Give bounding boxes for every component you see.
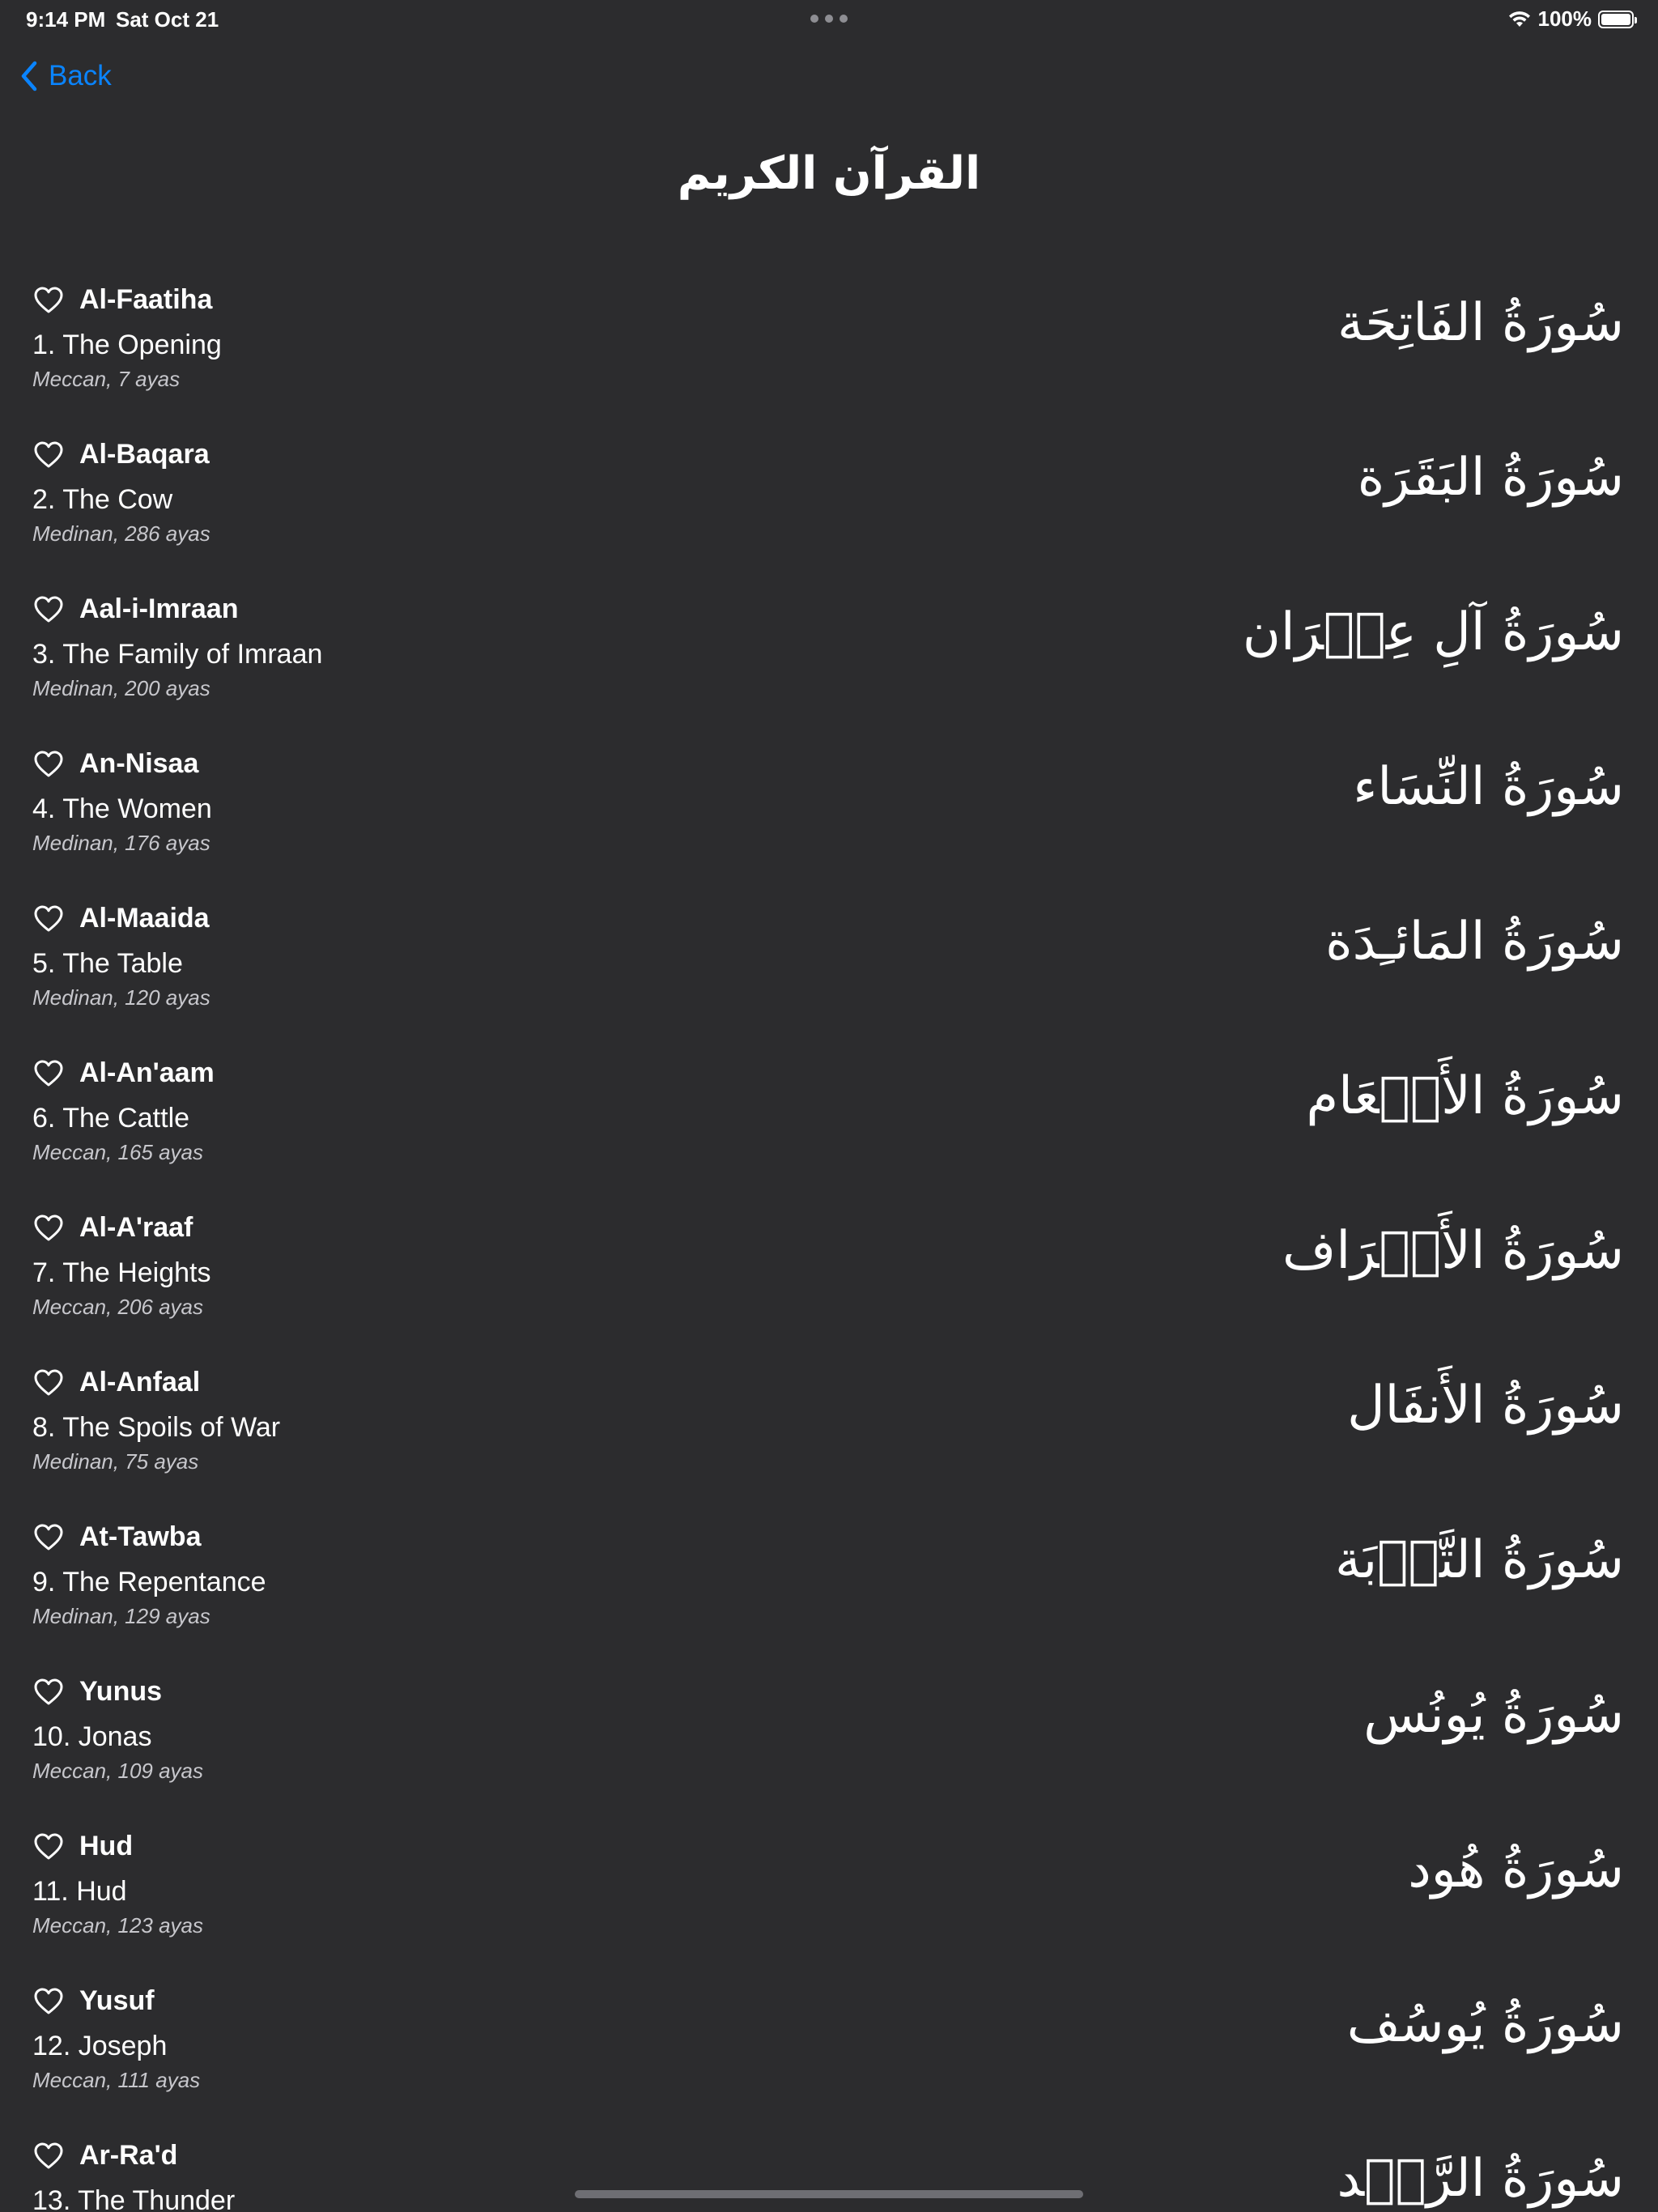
surah-english-name: 13. The Thunder — [32, 2185, 236, 2212]
surah-row[interactable]: Al-Anfaal 8. The Spoils of War Medinan, 75… — [0, 1357, 1658, 1512]
status-date: Sat Oct 21 — [116, 7, 219, 32]
surah-english-name: 3. The Family of Imraan — [32, 639, 323, 670]
surah-english-name: 12. Joseph — [32, 2031, 168, 2061]
surah-transliteration: Al-Anfaal — [79, 1367, 201, 1397]
surah-meta: Meccan, 165 ayas — [32, 1140, 204, 1164]
battery-fill — [1601, 13, 1630, 25]
surah-meta: Meccan, 109 ayas — [32, 1759, 204, 1783]
surah-transliteration: Al-Faatiha — [79, 284, 213, 315]
status-indicators: 100% — [1507, 6, 1637, 32]
surah-arabic-calligraphy: سُورَةُ البَقَرَة — [1357, 448, 1624, 508]
page-title: القرآن الكريم — [677, 147, 981, 200]
status-bar: 9:14 PM Sat Oct 21 100% — [0, 0, 1658, 39]
surah-arabic-calligraphy: سُورَةُ الأَنۡعَام — [1306, 1066, 1624, 1126]
surah-transliteration: Yusuf — [79, 1985, 155, 2016]
surah-arabic-calligraphy: سُورَةُ الرَّعۡد — [1337, 2149, 1624, 2209]
heart-icon[interactable] — [34, 1678, 63, 1706]
surah-row[interactable]: Al-Faatiha 1. The Opening Meccan, 7 ayas سُ… — [0, 274, 1658, 429]
heart-icon[interactable] — [34, 2142, 63, 2170]
surah-english-name: 9. The Repentance — [32, 1567, 266, 1597]
surah-meta: Medinan, 120 ayas — [32, 985, 210, 1010]
surah-meta: Medinan, 129 ayas — [32, 1604, 210, 1628]
surah-transliteration: Al-Baqara — [79, 439, 210, 470]
surah-arabic-calligraphy: سُورَةُ هُود — [1408, 1840, 1624, 1899]
surah-row[interactable]: Aal-i-Imraan 3. The Family of Imraan Medin… — [0, 584, 1658, 738]
heart-icon[interactable] — [34, 1988, 63, 2015]
surah-arabic-calligraphy: سُورَةُ آلِ عِمۡرَان — [1242, 602, 1624, 662]
wifi-icon — [1508, 11, 1530, 27]
surah-meta: Medinan, 176 ayas — [32, 831, 210, 855]
surah-transliteration: Ar-Ra'd — [79, 2140, 178, 2171]
surah-meta: Meccan, 7 ayas — [32, 367, 181, 391]
surah-row[interactable]: Al-Baqara 2. The Cow Medinan, 286 ayas سُور… — [0, 429, 1658, 584]
surah-row[interactable]: Al-An'aam 6. The Cattle Meccan, 165 ayas سُ… — [0, 1048, 1658, 1202]
heart-icon[interactable] — [34, 751, 63, 778]
heart-icon[interactable] — [34, 1369, 63, 1397]
surah-arabic-calligraphy: سُورَةُ يُونُس — [1363, 1685, 1624, 1745]
surah-arabic-calligraphy: سُورَةُ التَّوۡبَة — [1335, 1530, 1624, 1590]
surah-english-name: 11. Hud — [32, 1876, 127, 1907]
surah-english-name: 4. The Women — [32, 793, 212, 824]
surah-english-name: 6. The Cattle — [32, 1103, 190, 1134]
surah-meta: Meccan, 206 ayas — [32, 1295, 204, 1319]
surah-english-name: 5. The Table — [32, 948, 183, 979]
home-indicator[interactable] — [575, 2190, 1083, 2198]
battery-percent: 100% — [1537, 6, 1592, 31]
surah-meta: Meccan, 111 ayas — [32, 2068, 201, 2092]
status-time: 9:14 PM — [26, 7, 106, 32]
surah-meta: Medinan, 75 ayas — [32, 1449, 199, 1474]
surah-english-name: 1. The Opening — [32, 330, 222, 360]
surah-transliteration: Hud — [79, 1831, 134, 1861]
surah-english-name: 2. The Cow — [32, 484, 173, 515]
surah-transliteration: An-Nisaa — [79, 748, 199, 779]
surah-meta: Medinan, 286 ayas — [32, 521, 210, 546]
surah-transliteration: Al-An'aam — [79, 1057, 215, 1088]
surah-arabic-calligraphy: سُورَةُ المَائـِدَة — [1325, 912, 1624, 972]
heart-icon[interactable] — [34, 1214, 63, 1242]
surah-transliteration: Yunus — [79, 1676, 163, 1707]
heart-icon[interactable] — [34, 1524, 63, 1551]
surah-english-name: 10. Jonas — [32, 1721, 152, 1752]
heart-icon[interactable] — [34, 1060, 63, 1087]
surah-transliteration: Al-Maaida — [79, 903, 210, 934]
surah-english-name: 7. The Heights — [32, 1257, 211, 1288]
heart-icon[interactable] — [34, 287, 63, 314]
back-button[interactable]: Back — [19, 60, 112, 92]
surah-arabic-calligraphy: سُورَةُ يُوسُف — [1346, 1994, 1624, 2054]
surah-row[interactable]: At-Tawba 9. The Repentance Medinan, 129 ay… — [0, 1512, 1658, 1666]
surah-row[interactable]: Ar-Ra'd 13. The Thunder سُورَةُ الرَّعۡد — [0, 2130, 1658, 2212]
surah-row[interactable]: Yusuf 12. Joseph Meccan, 111 ayas سُورَةُ ي… — [0, 1976, 1658, 2130]
surah-row[interactable]: Yunus 10. Jonas Meccan, 109 ayas سُورَةُ يُ… — [0, 1666, 1658, 1821]
surah-transliteration: Al-A'raaf — [79, 1212, 193, 1243]
surah-transliteration: Aal-i-Imraan — [79, 593, 239, 624]
surah-row[interactable]: Hud 11. Hud Meccan, 123 ayas سُورَةُ هُود — [0, 1821, 1658, 1976]
surah-row[interactable]: Al-A'raaf 7. The Heights Meccan, 206 ayas س… — [0, 1202, 1658, 1357]
surah-arabic-calligraphy: سُورَةُ الفَاتِحَة — [1337, 293, 1624, 353]
heart-icon[interactable] — [34, 441, 63, 469]
surah-arabic-calligraphy: سُورَةُ النِّسَاء — [1353, 757, 1624, 817]
surah-list: Al-Faatiha 1. The Opening Meccan, 7 ayas سُ… — [0, 274, 1658, 2212]
surah-row[interactable]: An-Nisaa 4. The Women Medinan, 176 ayas سُو… — [0, 738, 1658, 893]
back-button-label: Back — [49, 60, 112, 91]
surah-transliteration: At-Tawba — [79, 1521, 202, 1552]
heart-icon[interactable] — [34, 905, 63, 933]
surah-english-name: 8. The Spoils of War — [32, 1412, 281, 1443]
battery-icon — [1598, 10, 1637, 28]
surah-arabic-calligraphy: سُورَةُ الأَعۡرَاف — [1282, 1221, 1624, 1281]
heart-icon[interactable] — [34, 596, 63, 623]
surah-meta: Medinan, 200 ayas — [32, 676, 210, 700]
heart-icon[interactable] — [34, 1833, 63, 1861]
surah-arabic-calligraphy: سُورَةُ الأَنفَال — [1347, 1376, 1624, 1436]
surah-meta: Meccan, 123 ayas — [32, 1913, 204, 1938]
chevron-left-icon — [21, 61, 37, 91]
multitasking-dots-icon[interactable] — [810, 15, 848, 23]
surah-row[interactable]: Al-Maaida 5. The Table Medinan, 120 ayas سُ… — [0, 893, 1658, 1048]
screen: 9:14 PM Sat Oct 21 100% Back القرآن الكر… — [0, 0, 1658, 2212]
